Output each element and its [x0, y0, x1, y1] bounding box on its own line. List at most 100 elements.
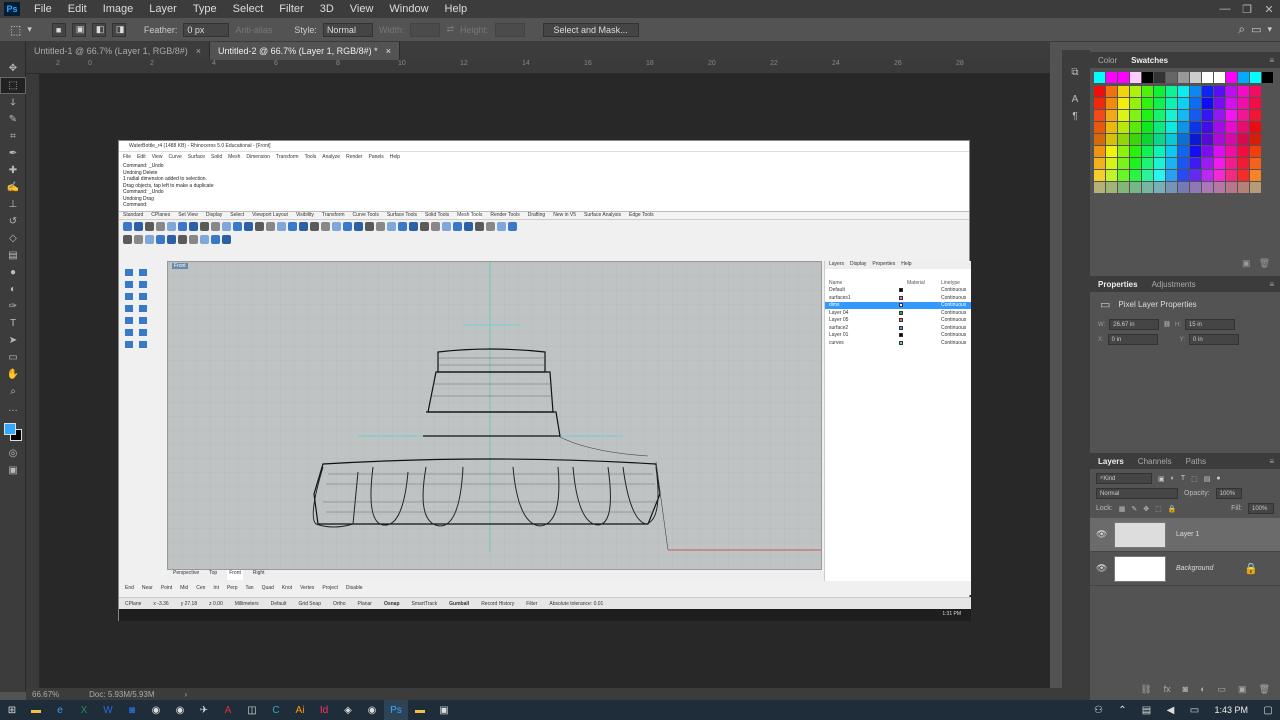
- panel-menu-icon[interactable]: ≡: [1269, 56, 1274, 65]
- fill-field[interactable]: 100%: [1248, 503, 1274, 514]
- x-field[interactable]: 0 in: [1107, 334, 1158, 345]
- group-icon[interactable]: ▭: [1218, 684, 1227, 698]
- swatch-color[interactable]: [1118, 110, 1129, 121]
- swatch-color[interactable]: [1226, 170, 1237, 181]
- swatch-color[interactable]: [1118, 122, 1129, 133]
- swatch-color[interactable]: [1202, 170, 1213, 181]
- panel-menu-icon[interactable]: ≡: [1269, 457, 1274, 466]
- blur-icon[interactable]: ●: [0, 264, 26, 281]
- swatch-color[interactable]: [1166, 170, 1177, 181]
- close-icon[interactable]: ×: [386, 46, 391, 56]
- swatch-color[interactable]: [1106, 122, 1117, 133]
- lock-all-icon[interactable]: 🔒: [1168, 505, 1177, 513]
- swatch-color[interactable]: [1202, 158, 1213, 169]
- swatch-color[interactable]: [1106, 146, 1117, 157]
- illustrator-icon[interactable]: Ai: [288, 700, 312, 720]
- swatch-color[interactable]: [1166, 72, 1177, 83]
- menu-select[interactable]: Select: [225, 3, 272, 15]
- swatch-color[interactable]: [1130, 134, 1141, 145]
- swatch-color[interactable]: [1094, 134, 1105, 145]
- opacity-field[interactable]: 100%: [1215, 488, 1242, 499]
- swatch-color[interactable]: [1202, 72, 1213, 83]
- filter-toggle-icon[interactable]: ●: [1216, 475, 1220, 482]
- swatch-color[interactable]: [1202, 182, 1213, 193]
- antialias-checkbox[interactable]: Anti-alias: [235, 25, 272, 35]
- swatch-color[interactable]: [1250, 122, 1261, 133]
- swatch-color[interactable]: [1106, 134, 1117, 145]
- layer-name[interactable]: Background: [1176, 565, 1213, 572]
- word-icon[interactable]: W: [96, 700, 120, 720]
- swatch-color[interactable]: [1154, 122, 1165, 133]
- swatch-color[interactable]: [1226, 158, 1237, 169]
- swatch-color[interactable]: [1262, 72, 1273, 83]
- quick-mask-icon[interactable]: ◎: [0, 445, 26, 462]
- people-icon[interactable]: ⚇: [1086, 700, 1110, 720]
- chevron-right-icon[interactable]: ›: [185, 690, 188, 699]
- width-field[interactable]: 26.67 in: [1109, 319, 1160, 330]
- swatch-color[interactable]: [1118, 146, 1129, 157]
- filter-type-icon[interactable]: T: [1181, 475, 1185, 482]
- app-icon[interactable]: ◉: [360, 700, 384, 720]
- swatch-color[interactable]: [1154, 146, 1165, 157]
- y-field[interactable]: 0 in: [1189, 334, 1240, 345]
- swatch-color[interactable]: [1142, 98, 1153, 109]
- swatch-color[interactable]: [1178, 158, 1189, 169]
- history-icon[interactable]: ⧉: [1062, 64, 1088, 81]
- swatch-color[interactable]: [1106, 98, 1117, 109]
- foreground-color[interactable]: [4, 423, 16, 435]
- swatch-color[interactable]: [1154, 98, 1165, 109]
- menu-3d[interactable]: 3D: [312, 3, 342, 15]
- swatch-color[interactable]: [1238, 182, 1249, 193]
- new-layer-icon[interactable]: ▣: [1238, 684, 1247, 698]
- swatch-color[interactable]: [1166, 122, 1177, 133]
- close-icon[interactable]: ×: [196, 46, 201, 56]
- swatch-color[interactable]: [1118, 98, 1129, 109]
- swatch-color[interactable]: [1118, 182, 1129, 193]
- acrobat-icon[interactable]: A: [216, 700, 240, 720]
- swatch-color[interactable]: [1250, 72, 1261, 83]
- swatch-color[interactable]: [1154, 182, 1165, 193]
- swatch-color[interactable]: [1130, 158, 1141, 169]
- lock-position-icon[interactable]: ✥: [1143, 505, 1149, 513]
- swatch-color[interactable]: [1214, 158, 1225, 169]
- taskbar-clock[interactable]: 1:43 PM: [1214, 705, 1248, 715]
- swatch-color[interactable]: [1190, 182, 1201, 193]
- swatch-color[interactable]: [1166, 182, 1177, 193]
- swatch-color[interactable]: [1142, 170, 1153, 181]
- swatch-color[interactable]: [1214, 110, 1225, 121]
- tab-channels[interactable]: Channels: [1138, 457, 1172, 466]
- swatch-color[interactable]: [1154, 72, 1165, 83]
- swatch-color[interactable]: [1106, 110, 1117, 121]
- eyedropper-icon[interactable]: ✒: [0, 145, 26, 162]
- chrome-icon[interactable]: ◉: [144, 700, 168, 720]
- filter-shape-icon[interactable]: ⬚: [1191, 475, 1198, 483]
- swatch-color[interactable]: [1094, 72, 1105, 83]
- tab-layers[interactable]: Layers: [1098, 457, 1124, 466]
- blend-mode-select[interactable]: Normal: [1096, 488, 1178, 499]
- hand-tool-icon[interactable]: ✋: [0, 366, 26, 383]
- swatch-color[interactable]: [1202, 146, 1213, 157]
- swatch-color[interactable]: [1250, 110, 1261, 121]
- chevron-down-icon[interactable]: ▾: [27, 24, 32, 35]
- new-selection-icon[interactable]: ■: [51, 22, 66, 37]
- excel-icon[interactable]: X: [72, 700, 96, 720]
- swatch-color[interactable]: [1166, 158, 1177, 169]
- swatch-color[interactable]: [1238, 134, 1249, 145]
- menu-file[interactable]: File: [26, 3, 60, 15]
- swatch-color[interactable]: [1250, 170, 1261, 181]
- swatch-color[interactable]: [1130, 110, 1141, 121]
- swatch-color[interactable]: [1118, 158, 1129, 169]
- swatches-grid[interactable]: [1090, 68, 1280, 258]
- swatch-color[interactable]: [1250, 134, 1261, 145]
- edge-icon[interactable]: C: [264, 700, 288, 720]
- swatch-color[interactable]: [1214, 72, 1225, 83]
- height-input[interactable]: [494, 22, 525, 37]
- swatch-color[interactable]: [1226, 72, 1237, 83]
- move-tool-icon[interactable]: ✥: [0, 60, 26, 77]
- swatch-color[interactable]: [1214, 182, 1225, 193]
- swatch-color[interactable]: [1190, 98, 1201, 109]
- swatch-color[interactable]: [1238, 158, 1249, 169]
- swatch-color[interactable]: [1178, 182, 1189, 193]
- swatch-color[interactable]: [1238, 146, 1249, 157]
- swatch-color[interactable]: [1238, 86, 1249, 97]
